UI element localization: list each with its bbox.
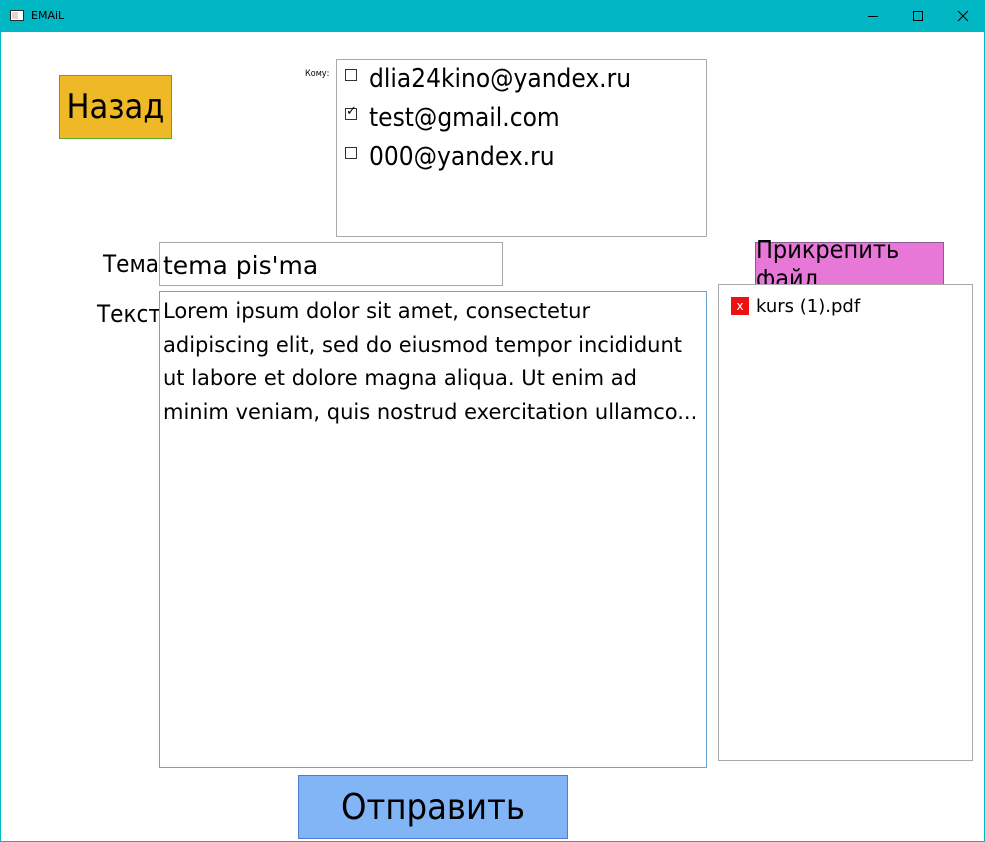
recipient-item[interactable]: 000@yandex.ru	[345, 142, 555, 172]
app-icon	[10, 10, 24, 21]
window-title: EMAiL	[31, 9, 65, 22]
close-button[interactable]	[940, 0, 985, 32]
minimize-button[interactable]	[850, 0, 896, 32]
attachment-name: kurs (1).pdf	[756, 295, 861, 317]
body-label: Текст:	[97, 300, 169, 328]
attachment-item: x kurs (1).pdf	[731, 295, 860, 317]
title-bar[interactable]: EMAiL	[1, 0, 985, 32]
attach-file-button[interactable]: Прикрепить файл	[755, 235, 944, 293]
email-window: EMAiL Назад Кому: dlia24kino@yandex.ru ✓…	[0, 0, 985, 842]
recipient-item[interactable]: dlia24kino@yandex.ru	[345, 64, 631, 94]
recipient-email: 000@yandex.ru	[369, 142, 555, 172]
back-button[interactable]: Назад	[59, 75, 172, 139]
close-icon	[957, 10, 969, 22]
recipient-checkbox[interactable]	[345, 104, 357, 120]
maximize-icon	[913, 11, 923, 21]
recipient-item[interactable]: test@gmail.com	[345, 103, 560, 133]
recipient-email: test@gmail.com	[369, 103, 560, 133]
subject-label: Тема:	[103, 250, 167, 278]
recipients-label: Кому:	[305, 69, 330, 79]
minimize-icon	[868, 16, 878, 17]
recipient-email: dlia24kino@yandex.ru	[369, 64, 632, 94]
recipients-list[interactable]: dlia24kino@yandex.ru test@gmail.com 000@…	[336, 59, 707, 237]
send-button[interactable]: Отправить	[298, 775, 568, 839]
body-textarea[interactable]: Lorem ipsum dolor sit amet, consectetur …	[159, 291, 707, 768]
subject-input[interactable]: tema pis'ma	[159, 242, 503, 286]
recipient-checkbox[interactable]	[345, 147, 357, 159]
remove-attachment-button[interactable]: x	[731, 297, 749, 315]
attachments-list[interactable]: x kurs (1).pdf	[718, 284, 973, 761]
maximize-button[interactable]	[895, 0, 941, 32]
recipient-checkbox[interactable]	[345, 69, 357, 81]
